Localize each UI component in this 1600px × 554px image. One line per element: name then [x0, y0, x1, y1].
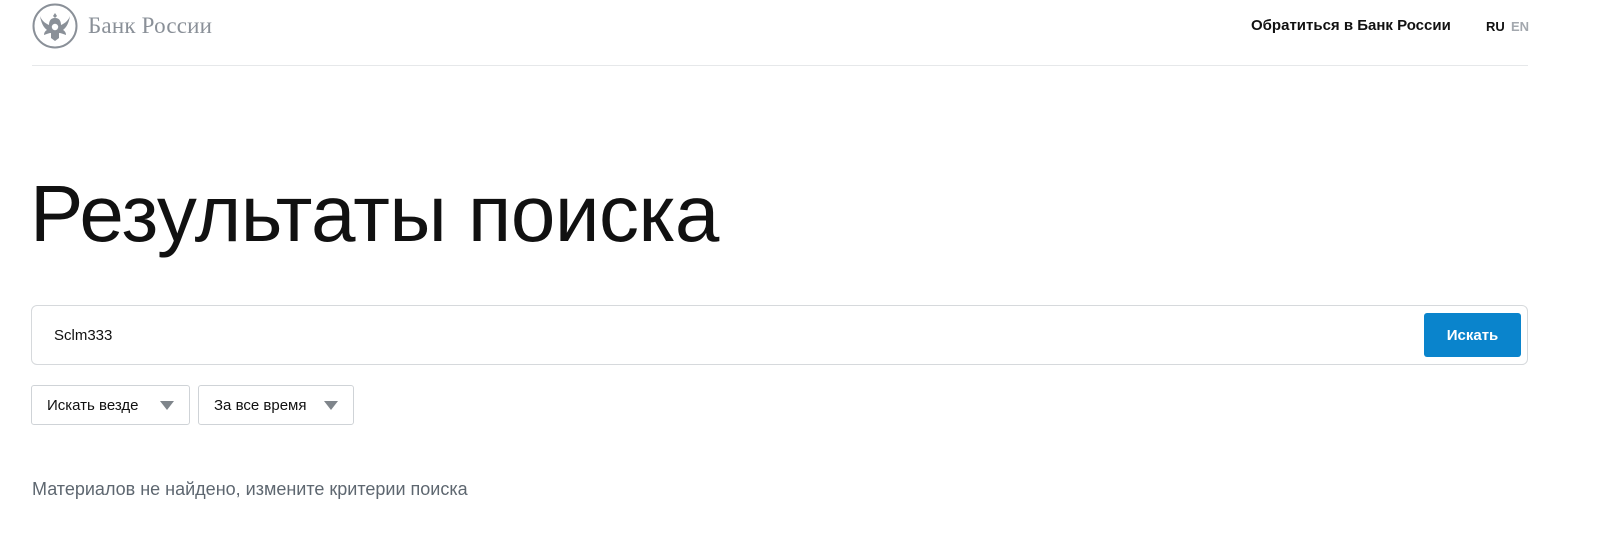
time-period-label: За все время: [214, 396, 307, 414]
eagle-emblem-icon: [32, 3, 78, 49]
lang-ru-link[interactable]: RU: [1486, 19, 1505, 34]
lang-en-link[interactable]: EN: [1511, 19, 1529, 34]
bank-logo-link[interactable]: Банк России: [32, 3, 212, 49]
time-period-dropdown[interactable]: За все время: [198, 385, 354, 425]
chevron-down-icon: [324, 401, 338, 410]
page-title: Результаты поиска: [30, 169, 719, 258]
logo-text: Банк России: [88, 13, 213, 38]
search-scope-label: Искать везде: [47, 396, 139, 414]
search-box: Искать: [31, 305, 1528, 365]
search-input[interactable]: [54, 320, 1404, 350]
site-header: Банк России Обратиться в Банк России RU …: [32, 0, 1529, 66]
chevron-down-icon: [160, 401, 174, 410]
search-button[interactable]: Искать: [1424, 313, 1521, 357]
no-results-message: Материалов не найдено, измените критерии…: [32, 479, 468, 499]
contact-bank-link[interactable]: Обратиться в Банк России: [1251, 17, 1451, 34]
search-scope-dropdown[interactable]: Искать везде: [31, 385, 190, 425]
page: Банк России Обратиться в Банк России RU …: [0, 0, 1600, 554]
